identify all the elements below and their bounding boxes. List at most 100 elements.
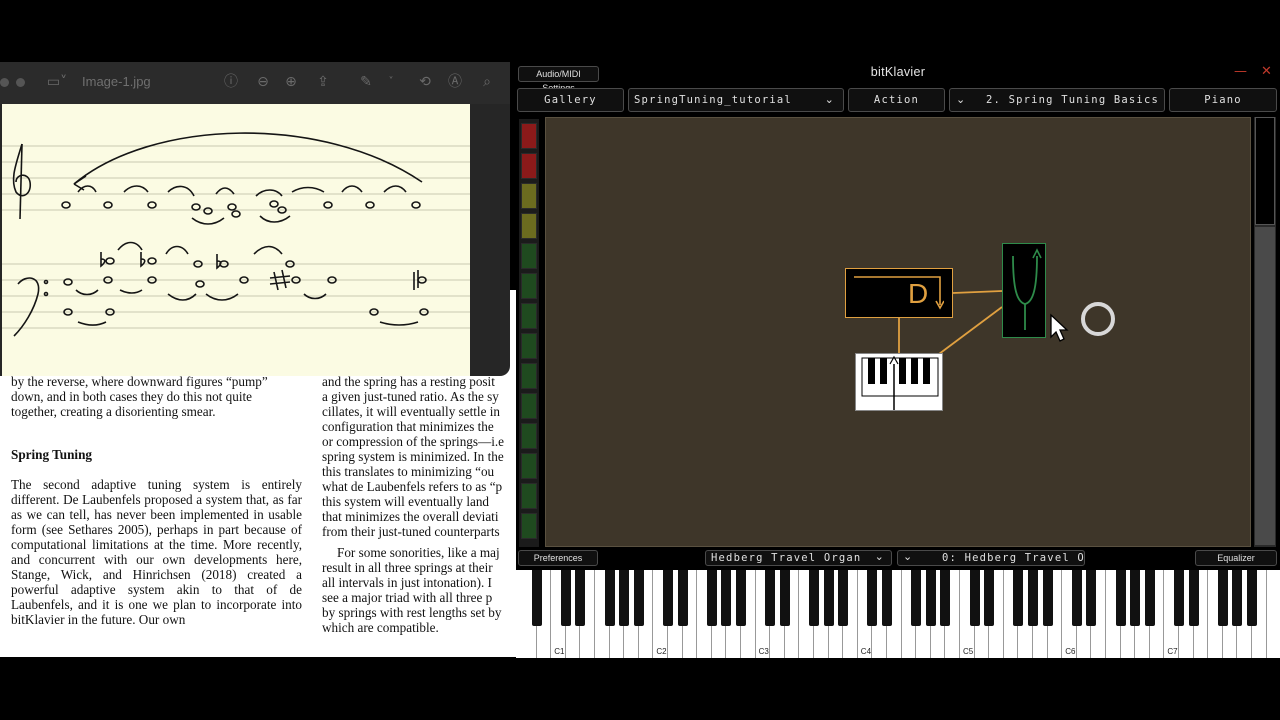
tuning-preparation[interactable]	[1002, 243, 1046, 338]
black-key[interactable]	[1115, 570, 1126, 626]
preset-select[interactable]: ⌄ 0: Hedberg Travel Orga	[897, 550, 1085, 566]
share-icon[interactable]: ⇪	[313, 72, 333, 92]
chevron-down-icon[interactable]: ˅	[385, 72, 397, 92]
black-key[interactable]	[925, 570, 936, 626]
chevron-down-icon: ⌄	[903, 550, 914, 563]
scrollbar-track[interactable]	[1255, 227, 1275, 545]
black-key[interactable]	[677, 570, 688, 626]
black-key[interactable]	[940, 570, 951, 626]
paper-line: together, creating a disorienting smear.	[11, 404, 216, 419]
black-key[interactable]	[1013, 570, 1024, 626]
black-key[interactable]	[1188, 570, 1199, 626]
window-title: bitKlavier	[870, 65, 926, 79]
paper-line: or compression of the springs—i.e	[322, 434, 505, 449]
black-key[interactable]	[765, 570, 776, 626]
paper-line: a given just-tuned ratio. As the sy	[322, 389, 499, 404]
black-key[interactable]	[779, 570, 790, 626]
keymap-preparation[interactable]	[855, 353, 943, 411]
black-key[interactable]	[984, 570, 995, 626]
black-key[interactable]	[911, 570, 922, 626]
preset-select-value: 0: Hedberg Travel Orga	[942, 552, 1085, 564]
paper-paragraph: The second adaptive tuning system is ent…	[11, 477, 302, 627]
mouse-pointer-icon	[1050, 313, 1069, 342]
black-key[interactable]	[867, 570, 878, 626]
paper-line: this translates to minimizing “ou	[322, 464, 495, 479]
paper-line: cillates, it will eventually settle in	[322, 404, 500, 419]
black-key[interactable]	[1042, 570, 1053, 626]
black-key[interactable]	[969, 570, 980, 626]
piano-select[interactable]: ⌄ 2. Spring Tuning Basics	[949, 88, 1165, 112]
scrollbar-thumb[interactable]	[1255, 117, 1275, 225]
paper-line: and the spring has a resting posit	[322, 374, 495, 389]
black-key[interactable]	[663, 570, 673, 626]
paper-line: this system will eventually land	[322, 494, 490, 509]
octave-label: C5	[963, 647, 974, 656]
sample-select-value: Hedberg Travel Organ	[711, 552, 862, 564]
octave-label: C2	[656, 647, 667, 656]
black-key[interactable]	[633, 570, 644, 626]
black-key[interactable]	[882, 570, 892, 626]
black-key[interactable]	[1217, 570, 1228, 626]
sample-select[interactable]: Hedberg Travel Organ ⌄	[705, 550, 892, 566]
piano-button[interactable]: Piano	[1169, 88, 1277, 112]
action-button[interactable]: Action	[848, 88, 945, 112]
direct-preparation[interactable]: D	[845, 268, 953, 318]
black-key[interactable]	[560, 570, 571, 626]
octave-label: C7	[1167, 647, 1178, 656]
black-key[interactable]	[721, 570, 732, 626]
search-icon[interactable]: ⌕	[477, 72, 497, 92]
paper-line: configuration that minimizes the	[322, 419, 494, 434]
chevron-down-icon: ⌄	[874, 550, 885, 563]
meter-segment	[521, 453, 537, 479]
paper-line: from their just-tuned counterparts	[322, 524, 500, 539]
meter-segment	[521, 483, 537, 509]
close-window-button[interactable]	[0, 78, 9, 87]
black-key[interactable]	[1174, 570, 1184, 626]
paper-line: what de Laubenfels refers to as “p	[322, 479, 503, 494]
black-key[interactable]	[1071, 570, 1082, 626]
markup-icon[interactable]: Ⓐ	[445, 72, 465, 92]
black-key[interactable]	[604, 570, 615, 626]
white-key[interactable]	[1267, 570, 1280, 658]
black-key[interactable]	[575, 570, 586, 626]
vertical-scrollbar[interactable]	[1254, 117, 1276, 547]
minimize-icon[interactable]: —	[1234, 64, 1247, 79]
info-icon[interactable]: ⓘ	[221, 72, 241, 92]
direct-label: D	[908, 278, 929, 309]
black-key[interactable]	[619, 570, 630, 626]
black-key[interactable]	[823, 570, 834, 626]
gallery-button[interactable]: Gallery	[517, 88, 624, 112]
octave-label: C6	[1065, 647, 1076, 656]
markup-pen-icon[interactable]: ✎	[356, 72, 376, 92]
black-key[interactable]	[1130, 570, 1141, 626]
preferences-button[interactable]: Preferences	[518, 550, 598, 566]
meter-segment	[521, 273, 537, 299]
black-key[interactable]	[1086, 570, 1097, 626]
black-key[interactable]	[838, 570, 849, 626]
black-key[interactable]	[1232, 570, 1243, 626]
zoom-in-icon[interactable]: ⊕	[281, 72, 301, 92]
black-key[interactable]	[1028, 570, 1038, 626]
paper-line: spring system is minimized. In the	[322, 449, 504, 464]
close-icon[interactable]: ✕	[1261, 64, 1272, 79]
black-key[interactable]	[809, 570, 819, 626]
minimize-window-button[interactable]	[16, 78, 25, 87]
paper-line: by springs with rest lengths set by	[322, 605, 502, 620]
preparation-canvas[interactable]: D	[545, 117, 1251, 547]
rotate-icon[interactable]: ⟲	[415, 72, 435, 92]
music-sketch-image	[2, 104, 470, 376]
black-key[interactable]	[706, 570, 717, 626]
black-key[interactable]	[1144, 570, 1155, 626]
black-key[interactable]	[1247, 570, 1257, 626]
meter-segment	[521, 513, 537, 539]
piano-keyboard[interactable]: C1 C2 C3 C4 C5 C6 C7	[516, 570, 1280, 658]
paper-right-column: and the spring has a resting posit a giv…	[322, 374, 516, 635]
black-key[interactable]	[736, 570, 746, 626]
audio-midi-settings-button[interactable]: Audio/MIDI Settings	[518, 66, 599, 93]
black-key[interactable]	[531, 570, 542, 626]
equalizer-button[interactable]: Equalizer	[1195, 550, 1277, 566]
sidebar-icon[interactable]: ▭˅	[44, 72, 70, 92]
zoom-out-icon[interactable]: ⊖	[253, 72, 273, 92]
octave-label: C1	[554, 647, 565, 656]
gallery-select[interactable]: SpringTuning_tutorial ⌄	[628, 88, 844, 112]
